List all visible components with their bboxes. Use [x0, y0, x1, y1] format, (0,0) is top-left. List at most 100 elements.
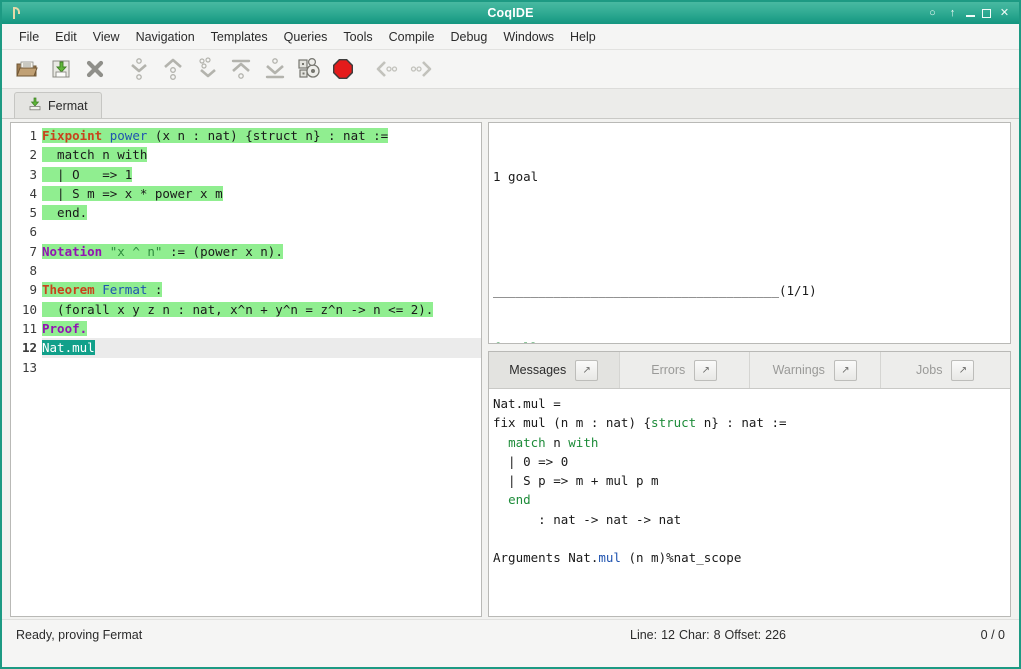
message-token: struct: [651, 415, 696, 430]
code-text[interactable]: Fixpoint power (x n : nat) {struct n} : …: [42, 126, 481, 616]
menu-windows[interactable]: Windows: [495, 28, 562, 46]
message-notebook: Messages ↗ Errors ↗ Warnings ↗ Jobs ↗: [488, 351, 1011, 617]
code-line[interactable]: | O => 1: [42, 165, 481, 184]
char-label: Char:: [679, 628, 710, 642]
open-file-icon[interactable]: [10, 53, 44, 85]
code-line[interactable]: Notation "x ^ n" := (power x n).: [42, 242, 481, 261]
code-token: Fermat: [102, 282, 147, 297]
message-tab-bar: Messages ↗ Errors ↗ Warnings ↗ Jobs ↗: [489, 352, 1010, 389]
code-line[interactable]: [42, 222, 481, 241]
menu-templates[interactable]: Templates: [203, 28, 276, 46]
message-token: match: [508, 435, 546, 450]
message-line: [493, 529, 1010, 548]
go-to-end-icon[interactable]: [258, 53, 292, 85]
menu-navigation[interactable]: Navigation: [128, 28, 203, 46]
coq-logo-icon: [6, 5, 22, 21]
menu-edit[interactable]: Edit: [47, 28, 85, 46]
detach-warnings-icon[interactable]: ↗: [834, 360, 857, 381]
previous-occurrence-icon[interactable]: [370, 53, 404, 85]
code-token: (x n : nat) {struct n} : nat :=: [147, 128, 388, 143]
document-tab-strip: Fermat: [2, 89, 1019, 119]
menu-file[interactable]: File: [11, 28, 47, 46]
tab-errors[interactable]: Errors ↗: [620, 352, 751, 388]
code-line[interactable]: (forall x y z n : nat, x^n + y^n = z^n -…: [42, 300, 481, 319]
shade-button[interactable]: ○: [926, 8, 939, 19]
offset-label: Offset:: [725, 628, 762, 642]
message-token: : nat -> nat -> nat: [493, 512, 681, 527]
title-bar: CoqIDE ○ ↑ ✕: [2, 2, 1019, 24]
code-token: match n with: [42, 147, 147, 162]
save-file-icon[interactable]: [44, 53, 78, 85]
message-body[interactable]: Nat.mul =fix mul (n m : nat) {struct n} …: [489, 389, 1010, 616]
maximize-button[interactable]: [982, 9, 991, 18]
vertical-splitter[interactable]: [488, 344, 1011, 351]
code-line[interactable]: match n with: [42, 145, 481, 164]
message-token: [493, 435, 508, 450]
backward-one-step-icon[interactable]: [156, 53, 190, 85]
script-editor-pane[interactable]: 12345678910111213 Fixpoint power (x n : …: [10, 122, 482, 617]
line-number: 8: [11, 261, 37, 280]
code-editor[interactable]: 12345678910111213 Fixpoint power (x n : …: [11, 123, 481, 616]
line-number: 11: [11, 319, 37, 338]
char-value: 8: [714, 628, 721, 642]
code-line[interactable]: Fixpoint power (x n : nat) {struct n} : …: [42, 126, 481, 145]
minimize-button[interactable]: [966, 15, 975, 17]
message-token: mul: [598, 550, 621, 565]
code-token: [102, 128, 110, 143]
line-number: 10: [11, 300, 37, 319]
detach-jobs-icon[interactable]: ↗: [951, 360, 974, 381]
menu-view[interactable]: View: [85, 28, 128, 46]
code-line[interactable]: [42, 358, 481, 377]
menu-queries[interactable]: Queries: [276, 28, 336, 46]
code-token: (forall x y z n : nat, x^n + y^n = z^n -…: [42, 302, 433, 317]
toolbar: [2, 50, 1019, 89]
code-token: Proof.: [42, 321, 87, 336]
detach-errors-icon[interactable]: ↗: [694, 360, 717, 381]
goal-view[interactable]: 1 goal _________________________________…: [488, 122, 1011, 344]
rollup-button[interactable]: ↑: [946, 8, 959, 19]
code-line[interactable]: Proof.: [42, 319, 481, 338]
message-token: | S p => m + mul p m: [493, 473, 659, 488]
line-number: 9: [11, 280, 37, 299]
status-bar: Ready, proving Fermat Line: 12 Char: 8 O…: [2, 619, 1019, 667]
message-line: | 0 => 0: [493, 452, 1010, 471]
message-token: n} : nat :=: [696, 415, 786, 430]
menu-help[interactable]: Help: [562, 28, 604, 46]
menu-tools[interactable]: Tools: [335, 28, 380, 46]
interrupt-stop-icon[interactable]: [326, 53, 360, 85]
forward-one-step-icon[interactable]: [122, 53, 156, 85]
line-number: 2: [11, 145, 37, 164]
line-number: 7: [11, 242, 37, 261]
code-line[interactable]: | S m => x * power x m: [42, 184, 481, 203]
code-token: :: [147, 282, 162, 297]
document-tab-fermat[interactable]: Fermat: [14, 92, 102, 118]
code-line[interactable]: [42, 261, 481, 280]
code-token: Notation: [42, 244, 102, 259]
close-button[interactable]: ✕: [998, 8, 1011, 19]
message-token: (n m)%nat_scope: [621, 550, 741, 565]
status-message: Ready, proving Fermat: [2, 628, 142, 642]
code-token: | S m => x * power x m: [42, 186, 223, 201]
code-token: Fixpoint: [42, 128, 102, 143]
tab-messages-label: Messages: [509, 363, 566, 377]
tab-messages[interactable]: Messages ↗: [489, 352, 620, 388]
next-occurrence-icon[interactable]: [404, 53, 438, 85]
code-line[interactable]: Nat.mul: [42, 338, 481, 357]
code-line[interactable]: end.: [42, 203, 481, 222]
message-line: | S p => m + mul p m: [493, 471, 1010, 490]
code-line[interactable]: Theorem Fermat :: [42, 280, 481, 299]
tab-errors-label: Errors: [651, 363, 685, 377]
compile-gears-icon[interactable]: [292, 53, 326, 85]
line-number-gutter: 12345678910111213: [11, 126, 42, 616]
detach-messages-icon[interactable]: ↗: [575, 360, 598, 381]
code-token: "x ^ n": [110, 244, 163, 259]
go-to-cursor-icon[interactable]: [190, 53, 224, 85]
close-file-icon[interactable]: [78, 53, 112, 85]
tab-warnings[interactable]: Warnings ↗: [750, 352, 881, 388]
message-token: Nat.mul =: [493, 396, 561, 411]
menu-compile[interactable]: Compile: [381, 28, 443, 46]
menu-debug[interactable]: Debug: [442, 28, 495, 46]
tab-jobs[interactable]: Jobs ↗: [881, 352, 1011, 388]
message-token: Arguments Nat.: [493, 550, 598, 565]
go-to-start-icon[interactable]: [224, 53, 258, 85]
